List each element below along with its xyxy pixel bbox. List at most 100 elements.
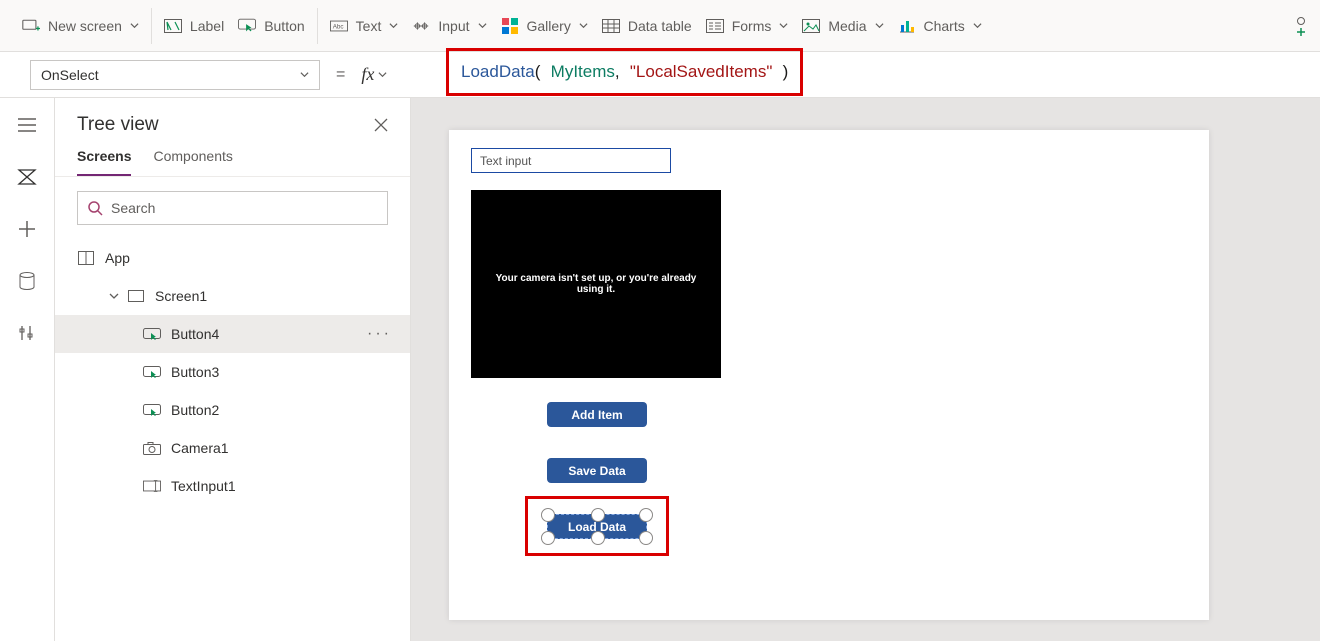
- forms-label: Forms: [732, 18, 772, 34]
- tree-item-app[interactable]: App: [55, 239, 410, 277]
- top-ribbon: New screen Label Button Abc Text: [0, 0, 1320, 52]
- tree-item-button4[interactable]: Button4 ···: [55, 315, 410, 353]
- button-icon: [143, 363, 161, 381]
- label-button[interactable]: Label: [164, 17, 224, 35]
- canvas-highlight-box: [525, 496, 669, 556]
- canvas-area: Text input Your camera isn't set up, or …: [411, 98, 1320, 641]
- button-control-label: Button: [264, 18, 304, 34]
- media-dropdown[interactable]: Media: [802, 17, 883, 35]
- charts-icon: [898, 17, 916, 35]
- main-area: Tree view Screens Components Search App …: [0, 98, 1320, 641]
- selected-property: OnSelect: [41, 67, 99, 83]
- tree-tabs: Screens Components: [55, 142, 410, 177]
- tree-view-panel: Tree view Screens Components Search App …: [55, 98, 411, 641]
- search-icon: [88, 201, 103, 216]
- tree-item-label: App: [105, 250, 130, 266]
- camera-control[interactable]: Your camera isn't set up, or you're alre…: [471, 190, 721, 378]
- tree-item-label: Button4: [171, 326, 219, 342]
- chevron-down-icon: [109, 291, 119, 301]
- chevron-down-icon: [378, 70, 387, 79]
- formula-input[interactable]: LoadData( MyItems, "LocalSavedItems" ): [461, 62, 788, 82]
- data-table-button[interactable]: Data table: [602, 17, 692, 35]
- add-item-label: Add Item: [571, 408, 622, 422]
- tree-item-label: Camera1: [171, 440, 229, 456]
- data-table-label: Data table: [628, 18, 692, 34]
- forms-dropdown[interactable]: Forms: [706, 17, 789, 35]
- data-table-icon: [602, 17, 620, 35]
- more-options-icon[interactable]: ···: [367, 325, 392, 343]
- hamburger-button[interactable]: [7, 110, 47, 140]
- media-icon: [802, 17, 820, 35]
- close-icon[interactable]: [374, 118, 388, 132]
- new-screen-label: New screen: [48, 18, 122, 34]
- charts-dropdown[interactable]: Charts: [898, 17, 982, 35]
- search-placeholder: Search: [111, 200, 155, 216]
- gallery-dropdown[interactable]: Gallery: [501, 17, 588, 35]
- tree-search-input[interactable]: Search: [77, 191, 388, 225]
- fx-button[interactable]: fx: [361, 64, 387, 85]
- formula-bar: OnSelect = fx LoadData( MyItems, "LocalS…: [0, 52, 1320, 98]
- forms-icon: [706, 17, 724, 35]
- button-icon: [143, 325, 161, 343]
- chevron-down-icon: [779, 21, 788, 30]
- tools-button[interactable]: [7, 318, 47, 348]
- tree-item-textinput1[interactable]: TextInput1: [55, 467, 410, 505]
- tree-item-button3[interactable]: Button3: [55, 353, 410, 391]
- input-label: Input: [438, 18, 469, 34]
- input-icon: [412, 17, 430, 35]
- text-dropdown[interactable]: Abc Text: [330, 17, 399, 35]
- tree-item-button2[interactable]: Button2: [55, 391, 410, 429]
- app-icon: [77, 249, 95, 267]
- save-data-button[interactable]: Save Data: [547, 458, 647, 483]
- chevron-down-icon: [875, 21, 884, 30]
- button-control-button[interactable]: Button: [238, 17, 304, 35]
- tree-item-label: TextInput1: [171, 478, 236, 494]
- screen-icon: [127, 287, 145, 305]
- tree-item-label: Button3: [171, 364, 219, 380]
- svg-text:Abc: Abc: [332, 23, 343, 30]
- new-screen-button[interactable]: New screen: [22, 17, 139, 35]
- button-icon: [238, 17, 256, 35]
- tab-screens[interactable]: Screens: [77, 148, 131, 176]
- tree-view-button[interactable]: [7, 162, 47, 192]
- formula-highlight-box: LoadData( MyItems, "LocalSavedItems" ): [446, 48, 803, 96]
- left-rail: [0, 98, 55, 641]
- media-label: Media: [828, 18, 866, 34]
- text-input-placeholder: Text input: [480, 154, 531, 168]
- ribbon-overflow[interactable]: [1294, 16, 1310, 36]
- tree-item-label: Screen1: [155, 288, 207, 304]
- app-canvas[interactable]: Text input Your camera isn't set up, or …: [449, 130, 1209, 620]
- new-screen-icon: [22, 17, 40, 35]
- charts-label: Charts: [924, 18, 965, 34]
- chevron-down-icon: [579, 21, 588, 30]
- camera-message: Your camera isn't set up, or you're alre…: [485, 273, 707, 295]
- tree-item-screen1[interactable]: Screen1: [55, 277, 410, 315]
- chevron-down-icon: [478, 21, 487, 30]
- camera-icon: [143, 439, 161, 457]
- chevron-down-icon: [130, 21, 139, 30]
- gallery-icon: [501, 17, 519, 35]
- gallery-label: Gallery: [527, 18, 571, 34]
- data-button[interactable]: [7, 266, 47, 296]
- equals-sign: =: [336, 66, 345, 84]
- tree-list: App Screen1 Button4 ··· Button3: [55, 239, 410, 641]
- tab-components[interactable]: Components: [153, 148, 232, 176]
- text-icon: Abc: [330, 17, 348, 35]
- property-selector[interactable]: OnSelect: [30, 60, 320, 90]
- label-icon: [164, 17, 182, 35]
- add-item-button[interactable]: Add Item: [547, 402, 647, 427]
- tree-item-label: Button2: [171, 402, 219, 418]
- button-icon: [143, 401, 161, 419]
- tree-item-camera1[interactable]: Camera1: [55, 429, 410, 467]
- text-label: Text: [356, 18, 382, 34]
- chevron-down-icon: [389, 21, 398, 30]
- label-control-label: Label: [190, 18, 224, 34]
- textinput-icon: [143, 477, 161, 495]
- tree-view-title: Tree view: [77, 114, 159, 136]
- input-dropdown[interactable]: Input: [412, 17, 486, 35]
- text-input-control[interactable]: Text input: [471, 148, 671, 173]
- chevron-down-icon: [300, 70, 309, 79]
- insert-button[interactable]: [7, 214, 47, 244]
- save-data-label: Save Data: [568, 464, 625, 478]
- chevron-down-icon: [973, 21, 982, 30]
